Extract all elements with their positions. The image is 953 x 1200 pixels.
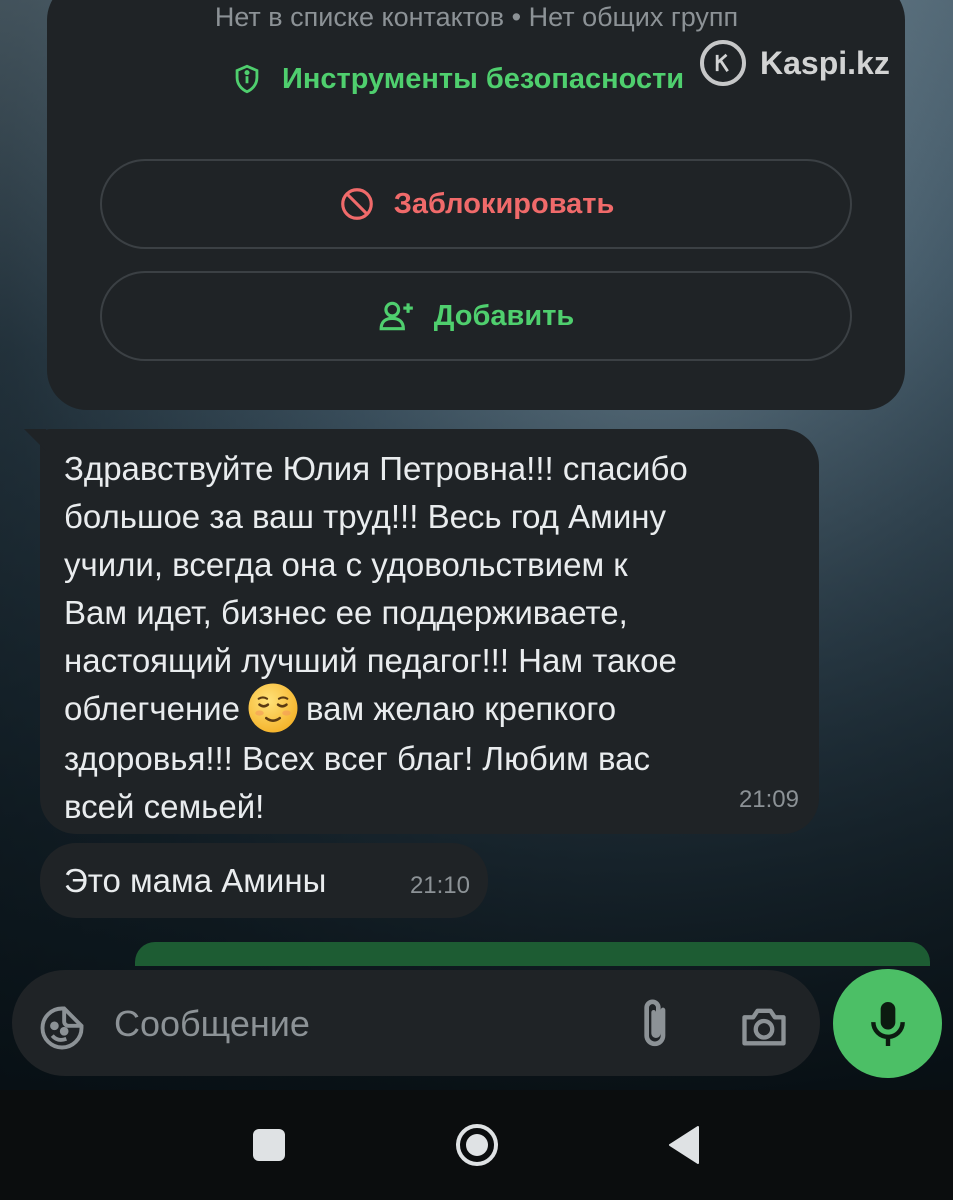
relieved-face-emoji-icon <box>248 683 298 733</box>
block-button-label: Заблокировать <box>393 187 615 220</box>
block-icon <box>340 188 373 220</box>
kaspi-watermark: Kaspi.kz <box>700 40 890 86</box>
attach-icon[interactable] <box>636 996 676 1052</box>
block-button[interactable]: Заблокировать <box>100 159 852 249</box>
message-text-part-1: Здравствуйте Юлия Петровна!!! спасибо бо… <box>64 450 688 727</box>
nav-recents-icon[interactable] <box>253 1129 285 1161</box>
watermark-text: Kaspi.kz <box>760 44 890 81</box>
shield-icon <box>235 64 259 94</box>
message-time: 21:10 <box>409 872 470 899</box>
outgoing-message-edge <box>135 942 930 966</box>
nav-back-icon[interactable] <box>666 1125 702 1165</box>
voice-record-button[interactable] <box>833 969 942 1078</box>
add-user-icon <box>379 301 413 331</box>
contact-status-line: Нет в списке контактов • Нет общих групп <box>214 2 739 32</box>
incoming-message-bubble[interactable]: Здравствуйте Юлия Петровна!!! спасибо бо… <box>24 429 819 834</box>
camera-icon[interactable] <box>738 1002 790 1050</box>
nav-home-icon[interactable] <box>454 1122 500 1168</box>
security-tools-label: Инструменты безопасности <box>282 62 685 95</box>
add-contact-label: Добавить <box>433 299 575 332</box>
security-tools-link[interactable]: Инструменты безопасности <box>230 62 684 96</box>
mic-icon <box>870 1001 905 1046</box>
message-input[interactable] <box>112 995 616 1053</box>
kaspi-logo-icon <box>700 40 746 86</box>
incoming-message-bubble-2[interactable]: Это мама Амины 21:10 <box>40 843 488 918</box>
message-composer <box>12 970 820 1076</box>
message-text: Это мама Амины <box>64 862 327 899</box>
sticker-icon[interactable] <box>36 1002 88 1054</box>
message-time: 21:09 <box>738 786 799 813</box>
bubble-tail <box>24 429 46 451</box>
add-contact-button[interactable]: Добавить <box>100 271 852 361</box>
message-text: Здравствуйте Юлия Петровна!!! спасибо бо… <box>64 445 804 831</box>
